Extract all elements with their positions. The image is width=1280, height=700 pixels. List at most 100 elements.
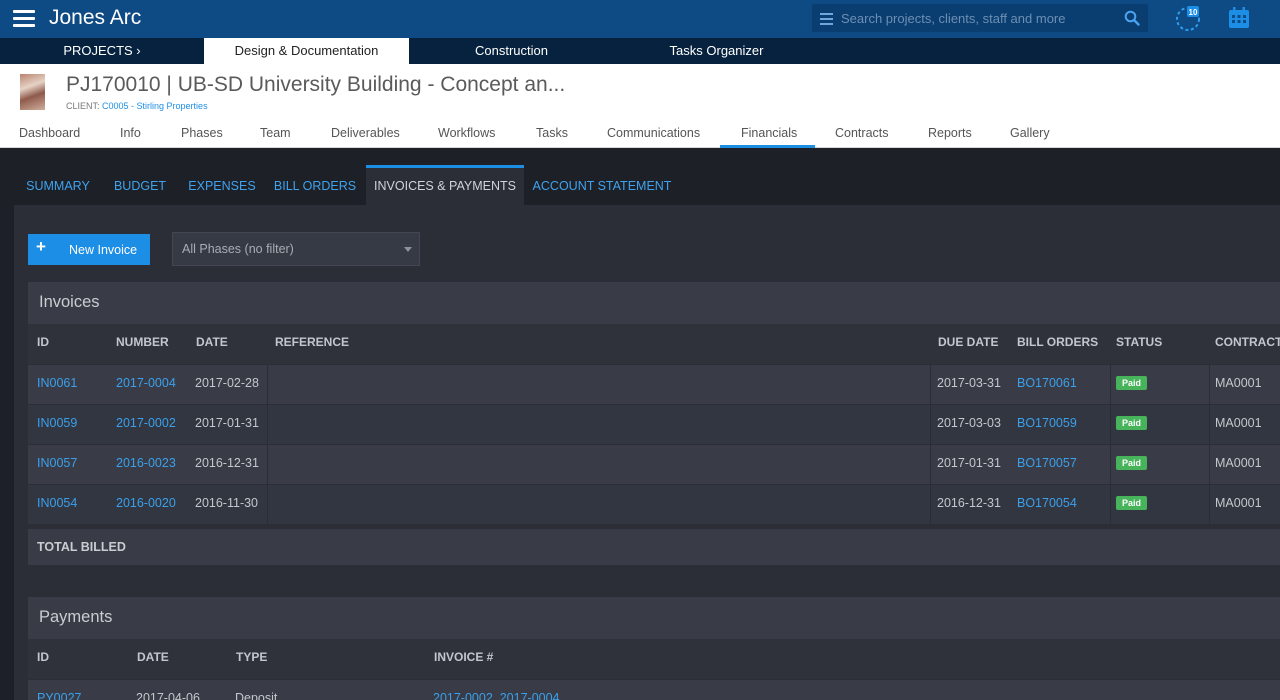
tab-tasks[interactable]: Tasks <box>536 126 568 140</box>
chevron-down-icon <box>404 247 412 252</box>
invoice-contract: MA0001 <box>1215 456 1262 470</box>
search-box[interactable]: Search projects, clients, staff and more <box>812 4 1148 32</box>
subtab-expenses[interactable]: EXPENSES <box>180 165 264 205</box>
bill-order-link[interactable]: BO170059 <box>1017 416 1077 430</box>
payment-invoices-link[interactable]: 2017-0002, 2017-0004 <box>433 691 560 700</box>
col-date[interactable]: DATE <box>196 335 228 349</box>
col-date[interactable]: DATE <box>137 650 169 664</box>
module-construction[interactable]: Construction <box>409 38 614 64</box>
client-line: CLIENT: C0005 - Stirling Properties <box>66 101 208 111</box>
payment-type: Deposit <box>235 691 278 700</box>
bill-order-link[interactable]: BO170061 <box>1017 376 1077 390</box>
invoice-date: 2017-02-28 <box>195 376 259 390</box>
tab-info[interactable]: Info <box>120 126 141 140</box>
top-bar: Jones Arc Search projects, clients, staf… <box>0 0 1280 38</box>
invoice-due-date: 2017-01-31 <box>937 456 1001 470</box>
financials-subtabs: SUMMARY BUDGET EXPENSES BILL ORDERS INVO… <box>0 165 1280 205</box>
invoices-title: Invoices <box>39 293 100 311</box>
table-row: IN0057 2016-0023 2016-12-31 2017-01-31 B… <box>28 445 1280 484</box>
col-number[interactable]: NUMBER <box>116 335 169 349</box>
active-tab-indicator <box>720 145 815 148</box>
phase-filter-select[interactable]: All Phases (no filter) <box>172 232 420 266</box>
new-invoice-label: New Invoice <box>69 243 138 257</box>
col-id[interactable]: ID <box>37 335 49 349</box>
phase-filter-value: All Phases (no filter) <box>182 242 294 256</box>
total-billed-row: TOTAL BILLED <box>28 529 1280 565</box>
app-title[interactable]: Jones Arc <box>49 6 141 30</box>
subtab-budget[interactable]: BUDGET <box>103 165 177 205</box>
search-input[interactable]: Search projects, clients, staff and more <box>841 11 1065 26</box>
tab-deliverables[interactable]: Deliverables <box>331 126 400 140</box>
col-status[interactable]: STATUS <box>1116 335 1162 349</box>
col-reference[interactable]: REFERENCE <box>275 335 349 349</box>
invoice-date: 2017-01-31 <box>195 416 259 430</box>
list-icon[interactable] <box>820 13 833 25</box>
table-row: IN0054 2016-0020 2016-11-30 2016-12-31 B… <box>28 485 1280 524</box>
bill-order-link[interactable]: BO170054 <box>1017 496 1077 510</box>
subtab-summary[interactable]: SUMMARY <box>15 165 101 205</box>
payment-date: 2017-04-06 <box>136 691 200 700</box>
invoice-number-link[interactable]: 2017-0002 <box>116 416 176 430</box>
tab-workflows[interactable]: Workflows <box>438 126 495 140</box>
invoices-section-header: Invoices <box>28 282 1280 326</box>
invoice-contract: MA0001 <box>1215 416 1262 430</box>
projects-menu[interactable]: PROJECTS › <box>0 38 204 64</box>
client-link[interactable]: C0005 - Stirling Properties <box>102 101 208 111</box>
tab-dashboard[interactable]: Dashboard <box>19 126 80 140</box>
tab-phases[interactable]: Phases <box>181 126 223 140</box>
menu-icon[interactable] <box>13 10 35 27</box>
bill-order-link[interactable]: BO170057 <box>1017 456 1077 470</box>
payments-section-header: Payments <box>28 597 1280 641</box>
tab-financials[interactable]: Financials <box>741 126 797 140</box>
invoice-due-date: 2017-03-03 <box>937 416 1001 430</box>
payments-table-header: ID DATE TYPE INVOICE # <box>28 639 1280 679</box>
invoice-number-link[interactable]: 2016-0020 <box>116 496 176 510</box>
col-type[interactable]: TYPE <box>236 650 267 664</box>
invoice-contract: MA0001 <box>1215 376 1262 390</box>
project-title: PJ170010 | UB-SD University Building - C… <box>66 73 566 96</box>
client-prefix: CLIENT: <box>66 101 103 111</box>
table-row: IN0059 2017-0002 2017-01-31 2017-03-03 B… <box>28 405 1280 444</box>
payments-title: Payments <box>39 608 113 626</box>
status-badge: Paid <box>1116 456 1148 470</box>
module-design-documentation[interactable]: Design & Documentation <box>204 38 409 64</box>
total-billed-label: TOTAL BILLED <box>37 540 126 554</box>
invoice-id-link[interactable]: IN0059 <box>37 416 77 430</box>
invoice-due-date: 2017-03-31 <box>937 376 1001 390</box>
invoice-id-link[interactable]: IN0057 <box>37 456 77 470</box>
tab-team[interactable]: Team <box>260 126 291 140</box>
invoice-number-link[interactable]: 2016-0023 <box>116 456 176 470</box>
tab-reports[interactable]: Reports <box>928 126 972 140</box>
invoices-table-header: ID NUMBER DATE REFERENCE DUE DATE BILL O… <box>28 324 1280 364</box>
subtab-invoices-payments[interactable]: INVOICES & PAYMENTS <box>366 165 524 205</box>
invoice-date: 2016-11-30 <box>195 496 259 510</box>
payment-id-link[interactable]: PY0027 <box>37 691 81 700</box>
col-id[interactable]: ID <box>37 650 49 664</box>
col-contract[interactable]: CONTRACT <box>1215 335 1280 349</box>
project-thumbnail[interactable] <box>20 74 45 110</box>
table-row: PY0027 2017-04-06 Deposit 2017-0002, 201… <box>28 680 1280 700</box>
invoice-id-link[interactable]: IN0054 <box>37 496 77 510</box>
plus-icon: + <box>36 237 46 256</box>
subtab-account-statement[interactable]: ACCOUNT STATEMENT <box>527 165 677 205</box>
tab-gallery[interactable]: Gallery <box>1010 126 1050 140</box>
new-invoice-button[interactable]: + New Invoice <box>28 234 150 265</box>
invoice-contract: MA0001 <box>1215 496 1262 510</box>
invoice-number-link[interactable]: 2017-0004 <box>116 376 176 390</box>
timer-icon[interactable]: 10 <box>1172 3 1204 33</box>
subtab-bill-orders[interactable]: BILL ORDERS <box>266 165 364 205</box>
module-tasks-organizer[interactable]: Tasks Organizer <box>614 38 819 64</box>
module-nav: PROJECTS › Design & Documentation Constr… <box>0 38 1280 64</box>
invoice-id-link[interactable]: IN0061 <box>37 376 77 390</box>
tab-communications[interactable]: Communications <box>607 126 700 140</box>
timer-badge: 10 <box>1189 8 1198 17</box>
col-bill-orders[interactable]: BILL ORDERS <box>1017 335 1098 349</box>
col-invoice-number[interactable]: INVOICE # <box>434 650 493 664</box>
project-header: PJ170010 | UB-SD University Building - C… <box>0 64 1280 148</box>
tab-contracts[interactable]: Contracts <box>835 126 889 140</box>
calendar-icon[interactable] <box>1228 7 1250 29</box>
status-badge: Paid <box>1116 496 1148 510</box>
search-icon[interactable] <box>1124 10 1140 26</box>
col-due-date[interactable]: DUE DATE <box>938 335 998 349</box>
table-row: IN0061 2017-0004 2017-02-28 2017-03-31 B… <box>28 365 1280 404</box>
